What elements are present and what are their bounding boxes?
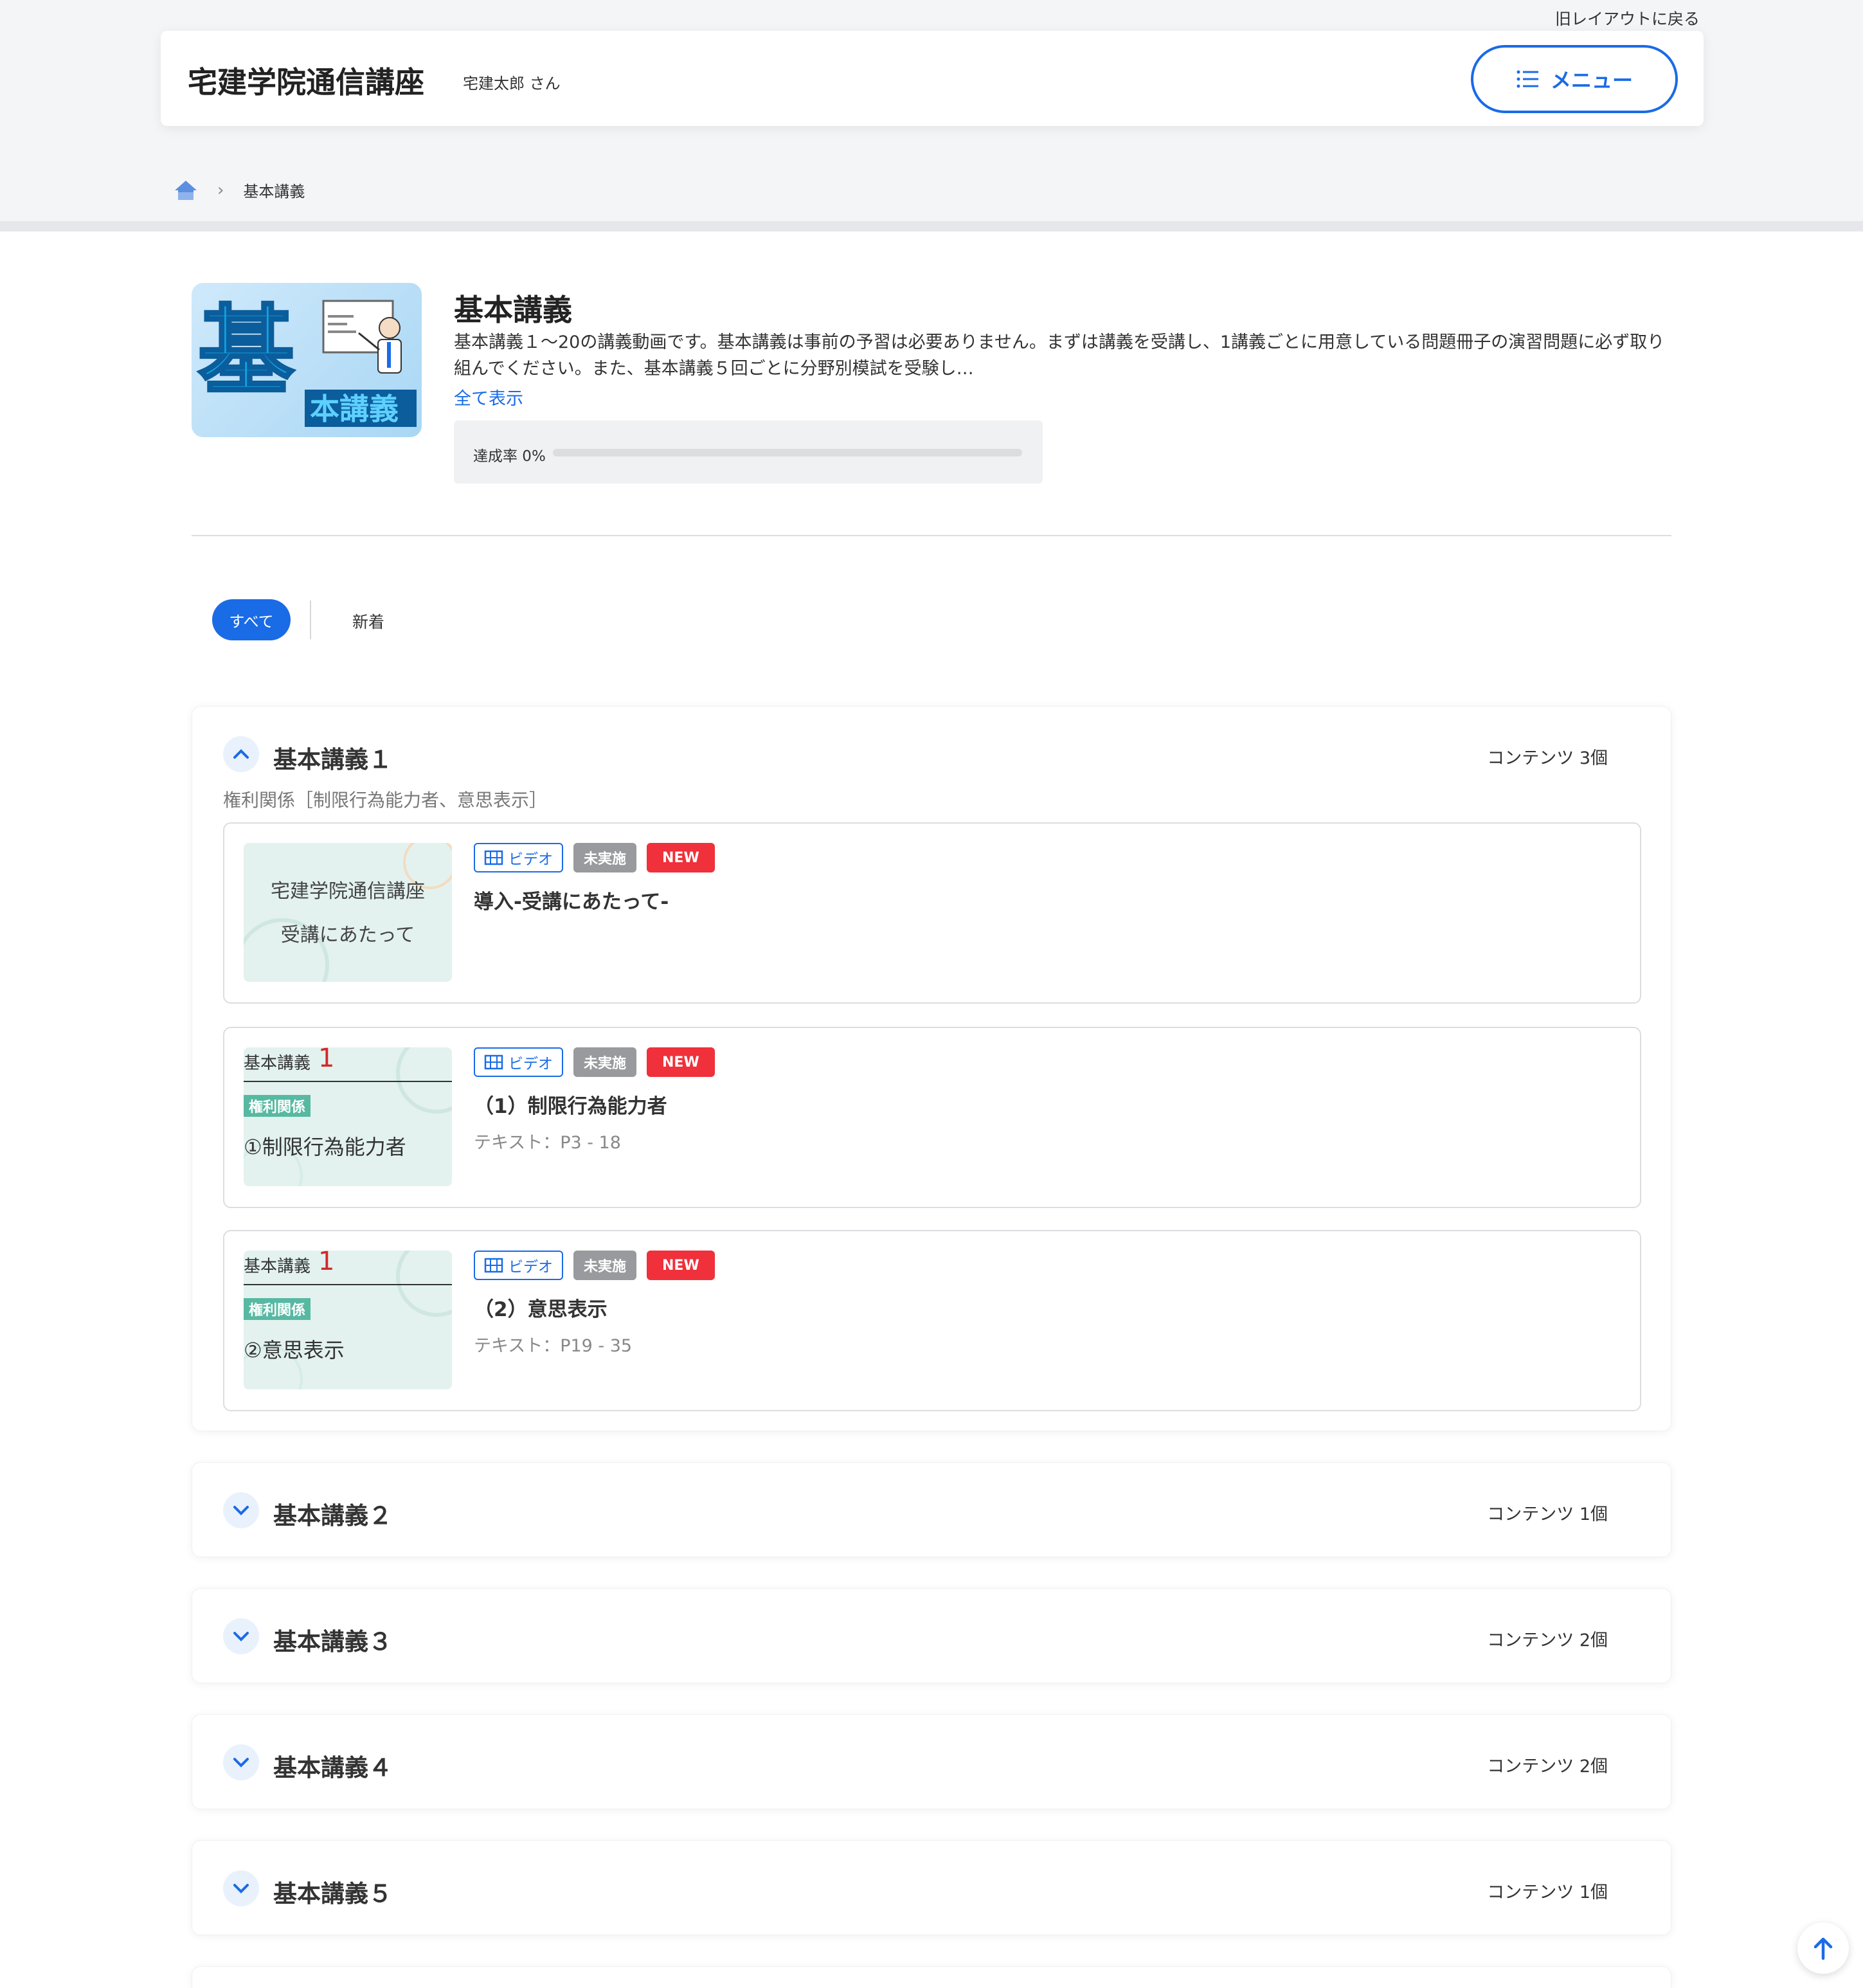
course-title: 基本講義 [454,293,572,327]
progress-label: 達成率 0% [473,448,546,465]
content-divider [192,535,1671,536]
list-icon [1516,70,1538,88]
course-image-small-text: 本講義 [310,392,399,426]
content-item[interactable]: 宅建学院通信講座 受講にあたって ビデオ 未実施 NEW 導入-受講にあたって- [223,822,1641,1004]
filter-all-button[interactable]: すべて [212,599,291,640]
course-description: 基本講義１〜20の講義動画です。基本講義は事前の予習は必要ありません。まずは講義… [454,332,1665,379]
chevron-down-icon[interactable] [223,1744,259,1780]
lecture-section-partial [192,1966,1671,1988]
filter-separator [310,601,311,639]
section-count: コンテンツ 1個 [1487,1883,1608,1902]
progress-bar [553,449,1022,456]
course-image-big-char: 基 [198,296,294,408]
content-item[interactable]: 基本講義 1 権利関係 ②意思表示 ビデオ 未実施 NEW （2）意思表示 テキ… [223,1230,1641,1411]
content-item[interactable]: 基本講義 1 権利関係 ①制限行為能力者 ビデオ 未実施 NEW （1）制限行為… [223,1027,1641,1208]
thumbnail-number: 1 [318,1251,335,1276]
back-to-top-button[interactable] [1797,1922,1849,1974]
content-title: 導入-受講にあたって- [474,890,669,914]
content-thumbnail: 宅建学院通信講座 受講にあたって [244,843,452,982]
thumbnail-category-badge: 権利関係 [244,1298,311,1320]
chevron-down-icon[interactable] [223,1492,259,1528]
filter-new-button[interactable]: 新着 [352,610,384,633]
section-count: コンテンツ 2個 [1487,1631,1608,1650]
section-title[interactable]: 基本講義４ [273,1748,392,1783]
section-title[interactable]: 基本講義２ [273,1496,392,1531]
new-badge: NEW [647,1047,715,1077]
video-tag-label: ビデオ [509,1259,553,1276]
chevron-right-icon: › [217,180,224,200]
thumbnail-heading: 基本講義 [244,1257,311,1276]
thumbnail-line-2: 受講にあたって [280,924,415,946]
breadcrumb: › 基本講義 [174,179,305,201]
thumbnail-category-badge: 権利関係 [244,1095,311,1117]
lecture-section: 基本講義１ コンテンツ 3個 権利関係［制限行為能力者、意思表示］ 宅建学院通信… [192,706,1671,1431]
content-text-ref: テキスト：P19 - 35 [474,1336,633,1356]
lecture-section: 基本講義５ コンテンツ 1個 [192,1840,1671,1935]
content-title: （2）意思表示 [474,1298,608,1321]
progress-box: 達成率 0% [454,420,1043,483]
section-count: コンテンツ 3個 [1487,748,1608,768]
course-illustration: 基 本講義 [197,294,417,427]
video-tag-label: ビデオ [509,1056,553,1072]
course-image: 基 本講義 [192,283,422,437]
old-layout-link[interactable]: 旧レイアウトに戻る [1555,6,1700,30]
content-tags: ビデオ 未実施 NEW [474,1047,715,1077]
thumbnail-pattern [244,843,452,982]
site-title[interactable]: 宅建学院通信講座 [188,59,424,102]
home-icon[interactable] [174,179,198,201]
section-title[interactable]: 基本講義５ [273,1874,392,1909]
user-name: 宅建太郎 さん [463,75,561,93]
arrow-up-icon [1814,1937,1833,1960]
new-badge: NEW [647,1251,715,1280]
show-all-link[interactable]: 全て表示 [454,384,523,410]
chevron-down-icon[interactable] [223,1870,259,1906]
section-count: コンテンツ 1個 [1487,1505,1608,1524]
thumbnail-rule [244,1081,452,1082]
lecture-section: 基本講義４ コンテンツ 2個 [192,1714,1671,1809]
section-count: コンテンツ 2個 [1487,1757,1608,1776]
content-title: （1）制限行為能力者 [474,1095,667,1118]
status-badge: 未実施 [573,1047,637,1077]
content-text-ref: テキスト：P3 - 18 [474,1133,621,1153]
thumbnail-subtitle: ①制限行為能力者 [244,1135,406,1159]
thumbnail-heading: 基本講義 [244,1054,311,1073]
site-header: 宅建学院通信講座 宅建太郎 さん メニュー [161,31,1704,126]
thumbnail-rule [244,1284,452,1285]
section-title[interactable]: 基本講義１ [273,740,392,775]
chevron-down-icon[interactable] [223,1618,259,1654]
menu-label: メニュー [1550,68,1633,93]
status-badge: 未実施 [573,843,637,872]
header-divider [0,221,1863,231]
thumbnail-number: 1 [318,1047,335,1073]
content-thumbnail: 基本講義 1 権利関係 ②意思表示 [244,1251,452,1389]
chevron-up-icon[interactable] [223,736,259,772]
section-subtitle: 権利関係［制限行為能力者、意思表示］ [223,790,548,811]
section-title[interactable]: 基本講義３ [273,1622,392,1657]
video-tag: ビデオ [474,1251,563,1280]
video-tag-label: ビデオ [509,851,553,868]
content-tags: ビデオ 未実施 NEW [474,1251,715,1280]
content-tags: ビデオ 未実施 NEW [474,843,715,872]
lecture-section: 基本講義３ コンテンツ 2個 [192,1588,1671,1683]
thumbnail-subtitle: ②意思表示 [244,1338,345,1362]
video-tag: ビデオ [474,843,563,872]
video-tag: ビデオ [474,1047,563,1077]
breadcrumb-current: 基本講義 [243,183,305,201]
lecture-section: 基本講義２ コンテンツ 1個 [192,1462,1671,1557]
film-icon [484,850,503,865]
film-icon [484,1054,503,1070]
film-icon [484,1258,503,1273]
menu-button[interactable]: メニュー [1471,45,1678,113]
new-badge: NEW [647,843,715,872]
content-thumbnail: 基本講義 1 権利関係 ①制限行為能力者 [244,1047,452,1186]
status-badge: 未実施 [573,1251,637,1280]
thumbnail-line-1: 宅建学院通信講座 [271,880,425,903]
